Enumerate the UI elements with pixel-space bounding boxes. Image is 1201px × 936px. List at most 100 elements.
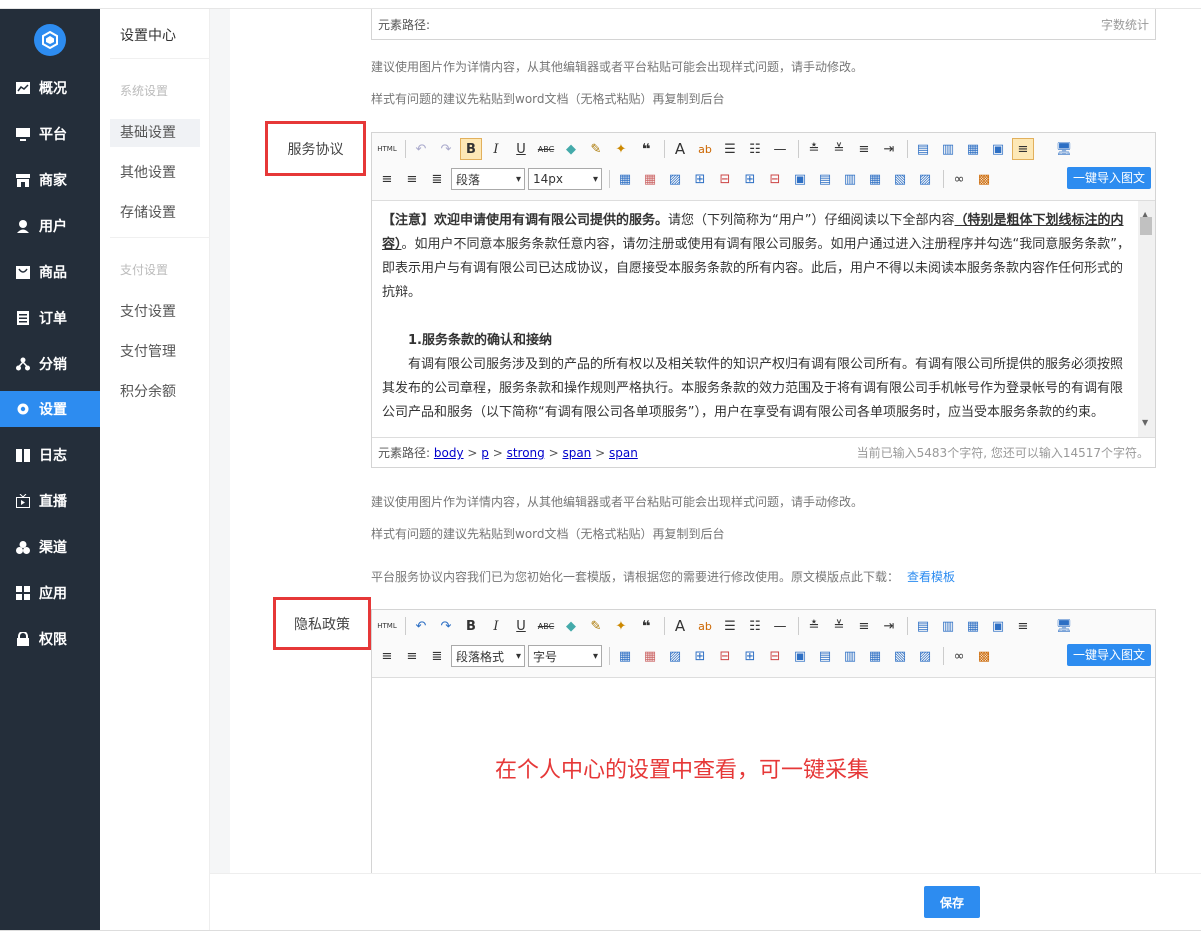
table-title-icon[interactable]: ▨ [664,168,686,190]
strikethrough-icon[interactable]: ABC [535,138,557,160]
align-justify-icon[interactable]: ≣ [426,168,448,190]
path-p-link[interactable]: p [481,446,489,460]
undo-icon[interactable]: ↶ [410,138,432,160]
image-right-icon[interactable]: ▥ [937,615,959,637]
insert-table-icon[interactable]: ▦ [614,645,636,667]
align-center-icon[interactable]: ≡ [376,645,398,667]
delete-table-icon[interactable]: ▦ [639,645,661,667]
import-rich-content-button[interactable]: 一键导入图文 [1066,167,1151,189]
nav-apps[interactable]: 应用 [0,575,100,611]
nav-channel[interactable]: 渠道 [0,529,100,565]
image-left-icon[interactable]: ▤ [912,615,934,637]
split-cells-icon[interactable]: ▦ [864,168,886,190]
preview-icon[interactable]: 🖥 [1053,615,1075,637]
subnav-item-payment-settings[interactable]: 支付设置 [110,298,200,326]
link-icon[interactable]: ∞ [948,645,970,667]
align-right-icon[interactable]: ≡ [401,645,423,667]
path-span-link[interactable]: span [562,446,591,460]
service-agreement-editor[interactable]: HTML ↶ ↷ B I U ABC ◆ ✎ ✦ ❝ A ab ☰ ☷ — ≛ … [371,132,1156,468]
unordered-list-icon[interactable]: ☷ [744,138,766,160]
nav-log[interactable]: 日志 [0,437,100,473]
preview-icon[interactable]: 🖥 [1053,138,1075,160]
redo-icon[interactable]: ↷ [435,615,457,637]
paragraph-format-select[interactable]: 段落 [451,168,525,190]
editor-content-area[interactable]: 【注意】欢迎申请使用有调有限公司提供的服务。请您（下列简称为“用户”）仔细阅读以… [372,201,1155,437]
bold-icon[interactable]: B [460,615,482,637]
delete-table-icon[interactable]: ▦ [639,168,661,190]
quote-icon[interactable]: ❝ [635,138,657,160]
paragraph-spacing-top-icon[interactable]: ≛ [803,615,825,637]
subnav-item-other[interactable]: 其他设置 [110,159,200,187]
magic-format-icon[interactable]: ✦ [610,138,632,160]
magic-format-icon[interactable]: ✦ [610,615,632,637]
eraser-icon[interactable]: ◆ [560,615,582,637]
image-center-icon[interactable]: ▣ [987,615,1009,637]
align-left-icon[interactable]: ≡ [1012,138,1034,160]
logo-icon[interactable] [34,24,66,56]
split-cols-icon[interactable]: ▨ [914,168,936,190]
split-rows-icon[interactable]: ▧ [889,645,911,667]
format-brush-icon[interactable]: ✎ [585,615,607,637]
ordered-list-icon[interactable]: ☰ [719,615,741,637]
merge-down-icon[interactable]: ▥ [839,645,861,667]
redo-icon[interactable]: ↷ [435,138,457,160]
subnav-item-points-balance[interactable]: 积分余额 [110,378,200,406]
horizontal-rule-icon[interactable]: — [769,138,791,160]
format-brush-icon[interactable]: ✎ [585,138,607,160]
delete-row-icon[interactable]: ⊟ [714,168,736,190]
scrollbar-thumb[interactable] [1140,217,1152,235]
merge-cells-icon[interactable]: ▣ [789,645,811,667]
indent-icon[interactable]: ⇥ [878,138,900,160]
eraser-icon[interactable]: ◆ [560,138,582,160]
insert-image-icon[interactable]: ▩ [973,645,995,667]
table-title-icon[interactable]: ▨ [664,645,686,667]
ordered-list-icon[interactable]: ☰ [719,138,741,160]
align-right-icon[interactable]: ≡ [401,168,423,190]
split-cols-icon[interactable]: ▨ [914,645,936,667]
privacy-policy-editor[interactable]: HTML ↶ ↷ B I U ABC ◆ ✎ ✦ ❝ A ab ☰ ☷ — ≛ … [371,609,1156,879]
image-none-icon[interactable]: ▦ [962,615,984,637]
strikethrough-icon[interactable]: ABC [535,615,557,637]
line-height-icon[interactable]: ≡ [853,138,875,160]
italic-icon[interactable]: I [485,138,507,160]
nav-merchant[interactable]: 商家 [0,162,100,198]
paragraph-spacing-bottom-icon[interactable]: ≚ [828,138,850,160]
insert-row-icon[interactable]: ⊞ [689,645,711,667]
delete-row-icon[interactable]: ⊟ [714,645,736,667]
highlight-icon[interactable]: ab [694,138,716,160]
path-body-link[interactable]: body [434,446,464,460]
nav-order[interactable]: 订单 [0,300,100,336]
quote-icon[interactable]: ❝ [635,615,657,637]
view-template-link[interactable]: 查看模板 [907,570,955,584]
merge-right-icon[interactable]: ▤ [814,645,836,667]
font-size-select[interactable]: 14px [528,168,602,190]
merge-cells-icon[interactable]: ▣ [789,168,811,190]
image-none-icon[interactable]: ▦ [962,138,984,160]
bold-icon[interactable]: B [460,138,482,160]
delete-col-icon[interactable]: ⊟ [764,168,786,190]
split-rows-icon[interactable]: ▧ [889,168,911,190]
underline-icon[interactable]: U [510,138,532,160]
align-justify-icon[interactable]: ≣ [426,645,448,667]
align-left-icon[interactable]: ≡ [1012,615,1034,637]
split-cells-icon[interactable]: ▦ [864,645,886,667]
indent-icon[interactable]: ⇥ [878,615,900,637]
image-center-icon[interactable]: ▣ [987,138,1009,160]
subnav-item-payment-manage[interactable]: 支付管理 [110,338,200,366]
insert-row-icon[interactable]: ⊞ [689,168,711,190]
font-color-icon[interactable]: A [669,138,691,160]
html-source-icon[interactable]: HTML [376,138,398,160]
nav-platform[interactable]: 平台 [0,116,100,152]
insert-col-icon[interactable]: ⊞ [739,168,761,190]
insert-col-icon[interactable]: ⊞ [739,645,761,667]
merge-right-icon[interactable]: ▤ [814,168,836,190]
nav-user[interactable]: 用户 [0,208,100,244]
insert-table-icon[interactable]: ▦ [614,168,636,190]
html-source-icon[interactable]: HTML [376,615,398,637]
underline-icon[interactable]: U [510,615,532,637]
link-icon[interactable]: ∞ [948,168,970,190]
import-rich-content-button[interactable]: 一键导入图文 [1066,644,1151,666]
highlight-icon[interactable]: ab [694,615,716,637]
image-right-icon[interactable]: ▥ [937,138,959,160]
paragraph-format-select[interactable]: 段落格式 [451,645,525,667]
